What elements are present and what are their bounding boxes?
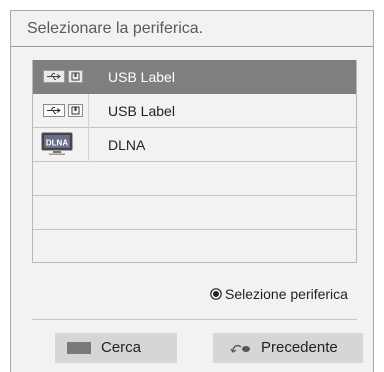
device-icon-cell (33, 94, 89, 128)
back-button[interactable]: Precedente (213, 333, 363, 363)
device-list: USB Label USB Label DLNA DLNA (32, 60, 357, 263)
dlna-icon: DLNA (41, 132, 73, 155)
dlna-icon-text: DLNA (46, 139, 68, 148)
gray-key-icon (67, 342, 91, 354)
return-icon (230, 344, 250, 353)
device-row-empty (33, 196, 356, 230)
device-selection-dialog: Selezionare la periferica. USB Label USB… (10, 10, 374, 372)
device-row-empty (33, 162, 356, 196)
device-row-usb-2[interactable]: USB Label (33, 94, 356, 128)
divider (32, 319, 357, 320)
search-button[interactable]: Cerca (55, 333, 177, 363)
device-row-dlna[interactable]: DLNA DLNA (33, 128, 356, 162)
device-label: USB Label (108, 103, 175, 119)
usb-icon (43, 104, 83, 117)
device-icon-cell: DLNA (33, 128, 89, 162)
back-button-label: Precedente (261, 339, 338, 356)
device-label: USB Label (108, 69, 175, 85)
hint-select-device: Selezione periferica (210, 284, 348, 304)
device-label: DLNA (108, 137, 146, 153)
usb-icon (43, 70, 83, 83)
radio-selected-icon (210, 288, 222, 301)
search-button-label: Cerca (101, 339, 142, 356)
device-row-usb-1[interactable]: USB Label (33, 60, 356, 94)
dialog-title: Selezionare la periferica. (11, 11, 373, 47)
hint-label: Selezione periferica (225, 286, 348, 302)
device-icon-cell (33, 60, 88, 94)
